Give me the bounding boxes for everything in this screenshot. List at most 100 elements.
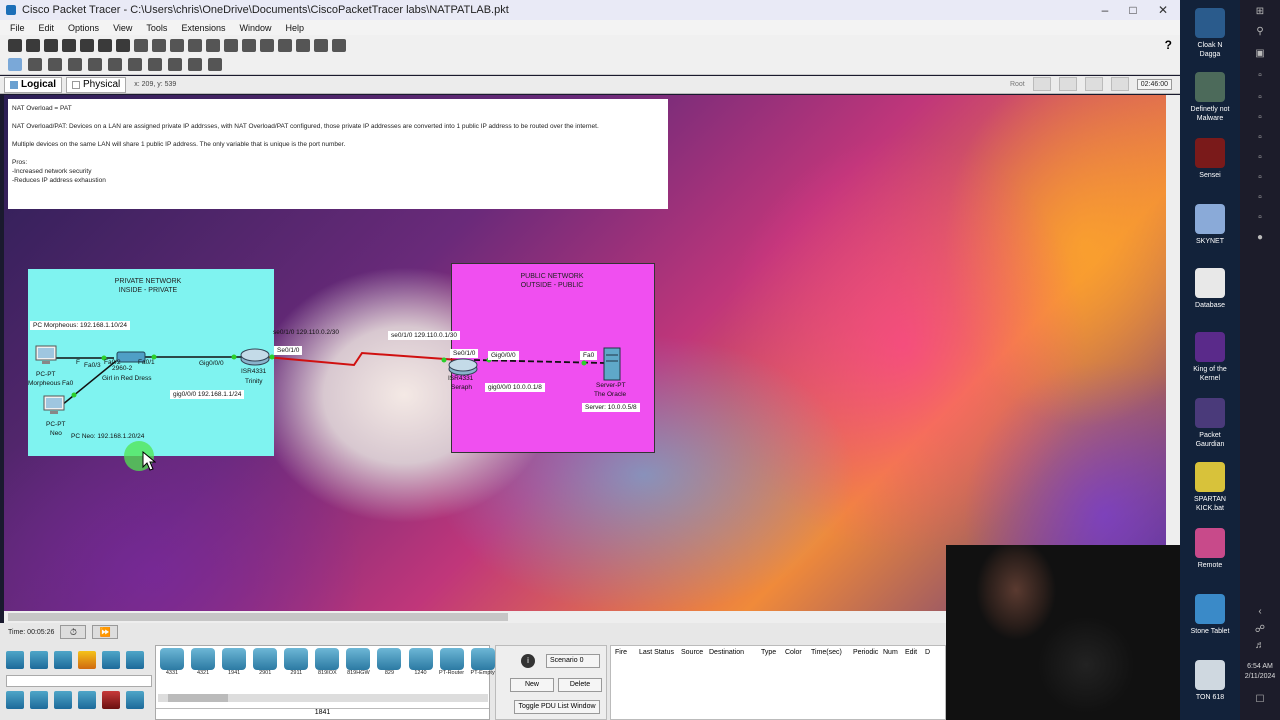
hubs-subcategory-icon[interactable]: [54, 691, 72, 709]
desktop-shortcut[interactable]: Database: [1180, 268, 1240, 310]
new-scenario-button[interactable]: New: [510, 678, 554, 692]
draw-ellipse-icon[interactable]: [148, 58, 162, 71]
trinity-serial-ip-tag[interactable]: se0/1/0 129.110.0.2/30: [270, 328, 342, 337]
add-simple-pdu-icon[interactable]: [188, 58, 202, 71]
zoom-in-icon[interactable]: [206, 38, 220, 52]
model-4331[interactable]: 4331: [158, 648, 186, 676]
desktop-shortcut[interactable]: Packet Gaurdian: [1180, 398, 1240, 449]
desktop-shortcut[interactable]: Stone Tablet: [1180, 594, 1240, 636]
network-info-icon[interactable]: [116, 38, 130, 52]
model-2901[interactable]: 2901: [251, 648, 279, 676]
draw-line-icon[interactable]: [108, 58, 122, 71]
add-complex-pdu-icon[interactable]: [208, 58, 222, 71]
obs-icon[interactable]: ●: [1254, 232, 1266, 244]
windows-start-icon[interactable]: ⊞: [1254, 6, 1266, 18]
scenario-select[interactable]: Scenario 0: [546, 654, 600, 668]
desktop-shortcut[interactable]: King of the Kernel: [1180, 332, 1240, 383]
undo-icon[interactable]: [170, 38, 184, 52]
model-1240[interactable]: 1240: [407, 648, 435, 676]
model-pt-empty[interactable]: PT-Empty: [469, 648, 497, 676]
logical-workspace[interactable]: NAT Overload = PAT NAT Overload/PAT: Dev…: [4, 95, 1166, 611]
root-label[interactable]: Root: [1010, 81, 1025, 88]
model-1941[interactable]: 1941: [220, 648, 248, 676]
desktop-shortcut[interactable]: Sensei: [1180, 138, 1240, 180]
desktop-shortcut[interactable]: SKYNET: [1180, 204, 1240, 246]
zoom-reset-icon[interactable]: [224, 38, 238, 52]
wireless-subcategory-icon[interactable]: [78, 691, 96, 709]
vertical-scrollbar[interactable]: [1166, 95, 1180, 611]
edge-icon[interactable]: ▫: [1254, 152, 1266, 164]
explorer-icon[interactable]: ▫: [1254, 172, 1266, 184]
desktop-shortcut[interactable]: SPARTAN KICK.bat: [1180, 462, 1240, 513]
paste-icon[interactable]: [152, 38, 166, 52]
freeform-icon[interactable]: [168, 58, 182, 71]
chevron-left-icon[interactable]: ‹: [1254, 606, 1266, 618]
info-icon[interactable]: [80, 38, 94, 52]
ipc-icon[interactable]: [314, 38, 328, 52]
task-view-icon[interactable]: ▣: [1254, 48, 1266, 60]
security-subcategory-icon[interactable]: [102, 691, 120, 709]
inspect-icon[interactable]: [28, 58, 42, 71]
set-background-icon[interactable]: [1110, 77, 1129, 91]
misc-category-icon[interactable]: [102, 651, 120, 669]
desktop-shortcut[interactable]: Definetly not Malware: [1180, 72, 1240, 123]
logical-tab[interactable]: Logical: [4, 76, 63, 93]
physical-tab[interactable]: Physical: [66, 76, 127, 93]
files-icon[interactable]: ▫: [1254, 112, 1266, 124]
viewport-clock[interactable]: 02:46:00: [1136, 78, 1172, 90]
power-cycle-button[interactable]: ⏱: [60, 625, 87, 639]
system-clock[interactable]: 6:54 AM 2/11/2024: [1240, 662, 1280, 682]
model-4321[interactable]: 4321: [189, 648, 217, 676]
components-category-icon[interactable]: [54, 651, 72, 669]
cluster-icon[interactable]: [296, 38, 310, 52]
menu-file[interactable]: File: [10, 23, 25, 33]
terminal-icon[interactable]: ▫: [1254, 70, 1266, 82]
network-devices-category-icon[interactable]: [6, 651, 24, 669]
router-trinity[interactable]: [240, 347, 270, 370]
wizard-icon[interactable]: [98, 38, 112, 52]
model-2911[interactable]: 2911: [282, 648, 310, 676]
model-list-scrollbar[interactable]: [158, 694, 488, 702]
model-819iox[interactable]: 819IOX: [313, 648, 341, 676]
switches-subcategory-icon[interactable]: [30, 691, 48, 709]
routers-subcategory-icon[interactable]: [6, 691, 24, 709]
connections-category-icon[interactable]: [78, 651, 96, 669]
store-icon[interactable]: ▫: [1254, 132, 1266, 144]
chat-icon[interactable]: ▫: [1254, 92, 1266, 104]
packet-tracer-icon[interactable]: ▫: [1254, 212, 1266, 224]
server-the-oracle[interactable]: [602, 347, 622, 384]
move-object-icon[interactable]: [1084, 77, 1103, 91]
redo-icon[interactable]: [188, 38, 202, 52]
custom-device-icon[interactable]: [278, 38, 292, 52]
toggle-pdu-list-button[interactable]: Toggle PDU List Window: [514, 700, 600, 714]
pc-morpheous[interactable]: [34, 345, 58, 370]
drawing-palette-icon[interactable]: [260, 38, 274, 52]
category-filter-field[interactable]: [6, 675, 152, 687]
model-pt-router[interactable]: PT-Router: [438, 648, 466, 676]
menu-help[interactable]: Help: [285, 23, 304, 33]
place-note-icon[interactable]: [88, 58, 102, 71]
screenshot-icon[interactable]: [332, 38, 346, 52]
menu-options[interactable]: Options: [68, 23, 99, 33]
end-devices-category-icon[interactable]: [30, 651, 48, 669]
chrome-icon[interactable]: ▫: [1254, 192, 1266, 204]
print-icon[interactable]: [62, 38, 76, 52]
delete-icon[interactable]: [48, 58, 62, 71]
fast-forward-button[interactable]: ⏩: [92, 625, 119, 639]
help-icon[interactable]: ?: [1165, 38, 1172, 52]
select-icon[interactable]: [8, 58, 22, 71]
maximize-button[interactable]: □: [1125, 2, 1141, 18]
open-file-icon[interactable]: [26, 38, 40, 52]
new-cluster-icon[interactable]: [1058, 77, 1077, 91]
menu-view[interactable]: View: [113, 23, 132, 33]
close-button[interactable]: ✕: [1155, 2, 1171, 18]
draw-rectangle-icon[interactable]: [128, 58, 142, 71]
menu-window[interactable]: Window: [239, 23, 271, 33]
scroll-thumb[interactable]: [8, 613, 508, 621]
resize-shape-icon[interactable]: [68, 58, 82, 71]
search-icon[interactable]: ⚲: [1254, 26, 1266, 38]
wan-emulation-subcategory-icon[interactable]: [126, 691, 144, 709]
back-icon[interactable]: [1032, 77, 1051, 91]
desktop-shortcut[interactable]: Remote: [1180, 528, 1240, 570]
menu-extensions[interactable]: Extensions: [181, 23, 225, 33]
